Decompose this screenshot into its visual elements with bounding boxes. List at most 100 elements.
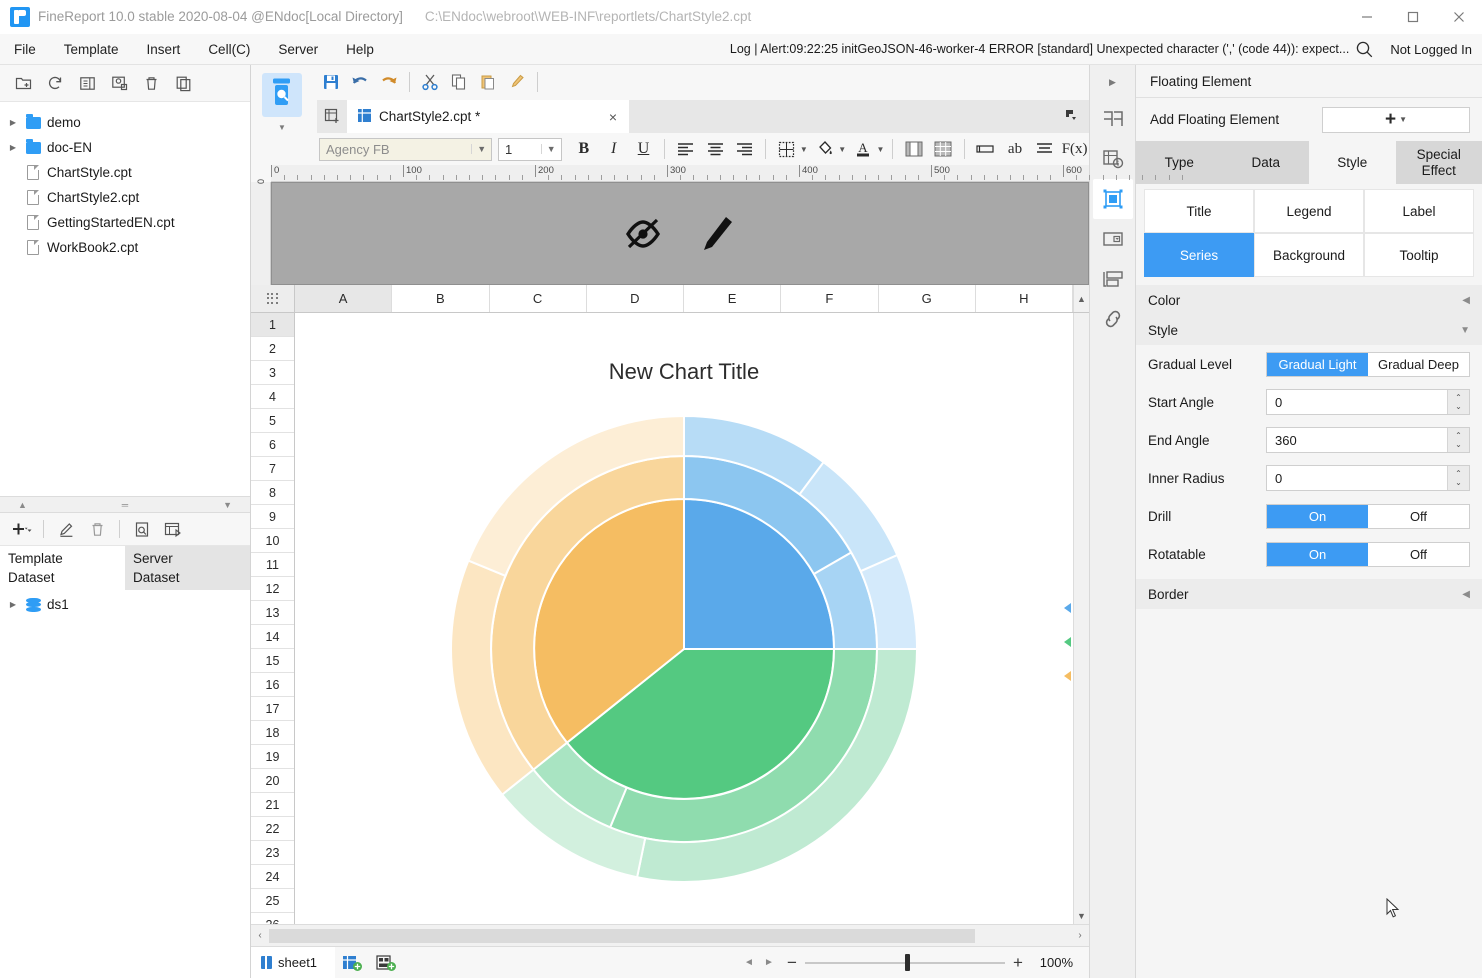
tree-item-demo[interactable]: ▶ demo — [0, 110, 250, 135]
cell-attributes-icon[interactable] — [1093, 99, 1133, 139]
menu-help[interactable]: Help — [332, 34, 388, 65]
design-canvas[interactable] — [271, 182, 1089, 285]
subtab-background[interactable]: Background — [1254, 233, 1364, 277]
chevron-right-icon[interactable]: ▶ — [4, 118, 22, 127]
series-marker-green[interactable] — [1064, 637, 1071, 647]
tab-style[interactable]: Style — [1309, 141, 1396, 184]
cell-element-icon[interactable] — [1093, 139, 1133, 179]
zoom-slider-thumb[interactable] — [905, 954, 910, 971]
split-cells-icon[interactable] — [929, 136, 958, 162]
row-header-20[interactable]: 20 — [251, 769, 294, 793]
inner-radius-value[interactable]: 0 — [1267, 466, 1447, 490]
column-header-f[interactable]: F — [781, 285, 879, 312]
underline-button[interactable]: U — [629, 136, 658, 162]
new-folder-icon[interactable] — [8, 69, 38, 97]
settings-icon[interactable] — [104, 69, 134, 97]
end-angle-value[interactable]: 360 — [1267, 428, 1447, 452]
delete-dataset-icon[interactable] — [82, 515, 112, 543]
chevron-down-icon[interactable]: ▼ — [836, 136, 848, 162]
option-gradual-light[interactable]: Gradual Light — [1267, 352, 1368, 376]
spinner-arrows-icon[interactable]: ⌃ ⌄ — [1447, 428, 1469, 452]
option-rotatable-on[interactable]: On — [1267, 542, 1368, 566]
option-drill-off[interactable]: Off — [1368, 505, 1469, 528]
format-painter-icon[interactable] — [503, 69, 531, 95]
section-style[interactable]: Style ▼ — [1136, 315, 1482, 345]
tab-template-dataset[interactable]: Template Dataset — [0, 546, 125, 590]
row-header-8[interactable]: 8 — [251, 481, 294, 505]
horizontal-scrollbar[interactable]: ‹ › — [251, 924, 1089, 946]
row-header-3[interactable]: 3 — [251, 361, 294, 385]
font-family-select[interactable]: Agency FB ▼ — [319, 137, 493, 161]
dataset-item-ds1[interactable]: ▶ ds1 — [0, 592, 250, 617]
sunburst-chart[interactable] — [434, 399, 934, 902]
subtab-tooltip[interactable]: Tooltip — [1364, 233, 1474, 277]
row-header-17[interactable]: 17 — [251, 697, 294, 721]
hscroll-thumb[interactable] — [269, 928, 975, 943]
merge-cells-icon[interactable] — [899, 136, 928, 162]
close-icon[interactable] — [1436, 0, 1482, 34]
expand-panel-icon[interactable]: ▶ — [1090, 65, 1136, 99]
tab-type[interactable]: Type — [1136, 141, 1223, 184]
search-icon[interactable] — [1355, 40, 1374, 59]
chevron-left-icon[interactable]: ◀ — [1462, 589, 1470, 600]
copy-icon[interactable] — [168, 69, 198, 97]
tab-data[interactable]: Data — [1222, 141, 1309, 184]
minimize-icon[interactable] — [1344, 0, 1390, 34]
spinner-arrows-icon[interactable]: ⌃ ⌄ — [1447, 466, 1469, 490]
left-panel-splitter[interactable]: ▲ ═ ▼ — [0, 496, 250, 513]
row-header-23[interactable]: 23 — [251, 841, 294, 865]
preview-icon[interactable] — [72, 69, 102, 97]
chevron-down-icon[interactable]: ▼ — [798, 136, 810, 162]
chevron-down-icon[interactable]: ▼ — [875, 136, 887, 162]
chevron-down-icon[interactable]: ▼ — [1399, 115, 1407, 124]
row-header-18[interactable]: 18 — [251, 721, 294, 745]
hyperlink-icon[interactable] — [1093, 299, 1133, 339]
zoom-in-button[interactable]: + — [1005, 953, 1031, 973]
dataset-properties-icon[interactable] — [158, 515, 188, 543]
start-angle-value[interactable]: 0 — [1267, 390, 1447, 414]
drill-segment[interactable]: On Off — [1266, 503, 1470, 529]
chevron-right-icon[interactable]: ▶ — [4, 600, 22, 609]
row-header-4[interactable]: 4 — [251, 385, 294, 409]
tree-item-chartstyle2[interactable]: ChartStyle2.cpt — [0, 185, 250, 210]
scroll-left-arrow[interactable]: ‹ — [251, 930, 269, 941]
tree-item-doc-en[interactable]: ▶ doc-EN — [0, 135, 250, 160]
row-header-16[interactable]: 16 — [251, 673, 294, 697]
row-header-19[interactable]: 19 — [251, 745, 294, 769]
login-status[interactable]: Not Logged In — [1382, 42, 1472, 57]
subtab-title[interactable]: Title — [1144, 189, 1254, 233]
tab-special-effect[interactable]: Special Effect — [1395, 141, 1482, 184]
save-icon[interactable] — [317, 69, 345, 95]
row-header-13[interactable]: 13 — [251, 601, 294, 625]
subtab-label[interactable]: Label — [1364, 189, 1474, 233]
gradual-level-segment[interactable]: Gradual Light Gradual Deep — [1266, 351, 1470, 377]
series-marker-blue[interactable] — [1064, 603, 1071, 613]
collapse-down-icon[interactable]: ▼ — [223, 500, 232, 510]
italic-button[interactable]: I — [599, 136, 628, 162]
pencil-icon[interactable] — [694, 209, 740, 258]
chevron-down-icon[interactable]: ▼ — [1460, 325, 1470, 336]
line-style-icon[interactable] — [1030, 136, 1059, 162]
add-dataset-icon[interactable] — [6, 515, 36, 543]
zoom-slider[interactable] — [805, 954, 1005, 971]
row-header-24[interactable]: 24 — [251, 865, 294, 889]
menu-file[interactable]: File — [0, 34, 50, 65]
zoom-prev-icon[interactable]: ◄ — [739, 957, 759, 968]
row-header-12[interactable]: 12 — [251, 577, 294, 601]
row-header-10[interactable]: 10 — [251, 529, 294, 553]
copy-icon[interactable] — [445, 69, 473, 95]
row-header-21[interactable]: 21 — [251, 793, 294, 817]
new-sheet-icon[interactable] — [317, 100, 347, 133]
start-angle-spinner[interactable]: 0 ⌃ ⌄ — [1266, 389, 1470, 415]
scroll-up-arrow[interactable]: ▲ — [1073, 285, 1089, 312]
section-border[interactable]: Border ◀ — [1136, 579, 1482, 609]
tree-item-workbook2[interactable]: WorkBook2.cpt — [0, 235, 250, 260]
chart-container[interactable]: New Chart Title — [295, 313, 1073, 924]
row-header-25[interactable]: 25 — [251, 889, 294, 913]
chevron-down-icon[interactable]: ▼ — [278, 123, 286, 132]
subtab-series[interactable]: Series — [1144, 233, 1254, 277]
row-header-9[interactable]: 9 — [251, 505, 294, 529]
column-header-d[interactable]: D — [587, 285, 684, 312]
section-color[interactable]: Color ◀ — [1136, 285, 1482, 315]
tree-item-gettingstarted[interactable]: GettingStartedEN.cpt — [0, 210, 250, 235]
